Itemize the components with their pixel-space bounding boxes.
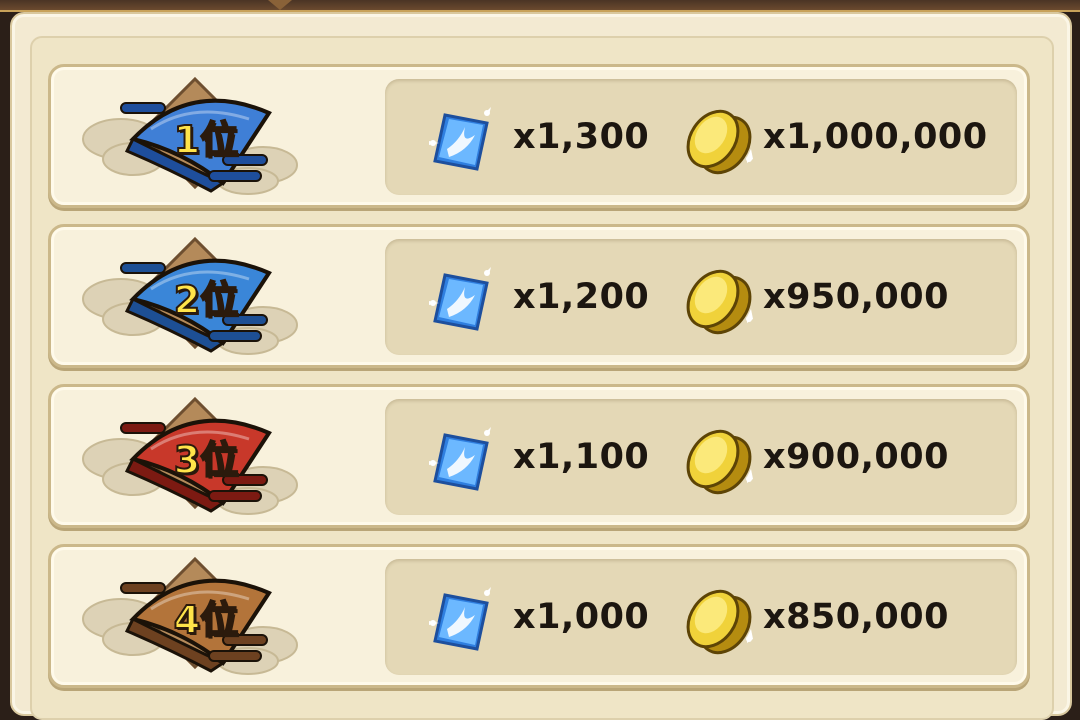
reward-box: x1,000 x850,000 (385, 559, 1017, 675)
coin-amount: x950,000 (763, 277, 949, 317)
rank-badge: 1位 (73, 73, 303, 203)
gold-koban-coin-icon (686, 109, 753, 175)
reward-box: x1,200 x950,000 (385, 239, 1017, 355)
crystal-gem-icon (429, 587, 491, 651)
reward-box: x1,300 x1,000,000 (385, 79, 1017, 195)
gem-amount: x1,200 (513, 277, 650, 317)
coin-amount: x1,000,000 (763, 117, 988, 157)
rank-label: 4位 (173, 597, 239, 643)
gold-koban-coin-icon (686, 269, 753, 335)
coin-amount: x850,000 (763, 597, 949, 637)
crystal-gem-icon (429, 427, 491, 491)
rank-badge: 4位 (73, 553, 303, 683)
rank-label: 2位 (173, 277, 239, 323)
gold-koban-coin-icon (686, 429, 753, 495)
reward-box: x1,100 x900,000 (385, 399, 1017, 515)
rank-label: 3位 (173, 437, 239, 483)
top-frame-bar (0, 0, 1080, 12)
reward-row: 2位 x1,200 x950,000 (48, 224, 1030, 368)
reward-row: 3位 x1,100 x900,000 (48, 384, 1030, 528)
reward-row: 4位 x1,000 x850,000 (48, 544, 1030, 688)
gem-amount: x1,100 (513, 437, 650, 477)
rank-badge: 2位 (73, 233, 303, 363)
reward-row: 1位 x1,300 x1,000,000 (48, 64, 1030, 208)
rank-label: 1位 (173, 117, 239, 163)
gem-amount: x1,000 (513, 597, 650, 637)
crystal-gem-icon (429, 267, 491, 331)
crystal-gem-icon (429, 107, 491, 171)
rank-badge: 3位 (73, 393, 303, 523)
gem-amount: x1,300 (513, 117, 650, 157)
coin-amount: x900,000 (763, 437, 949, 477)
gold-koban-coin-icon (686, 589, 753, 655)
